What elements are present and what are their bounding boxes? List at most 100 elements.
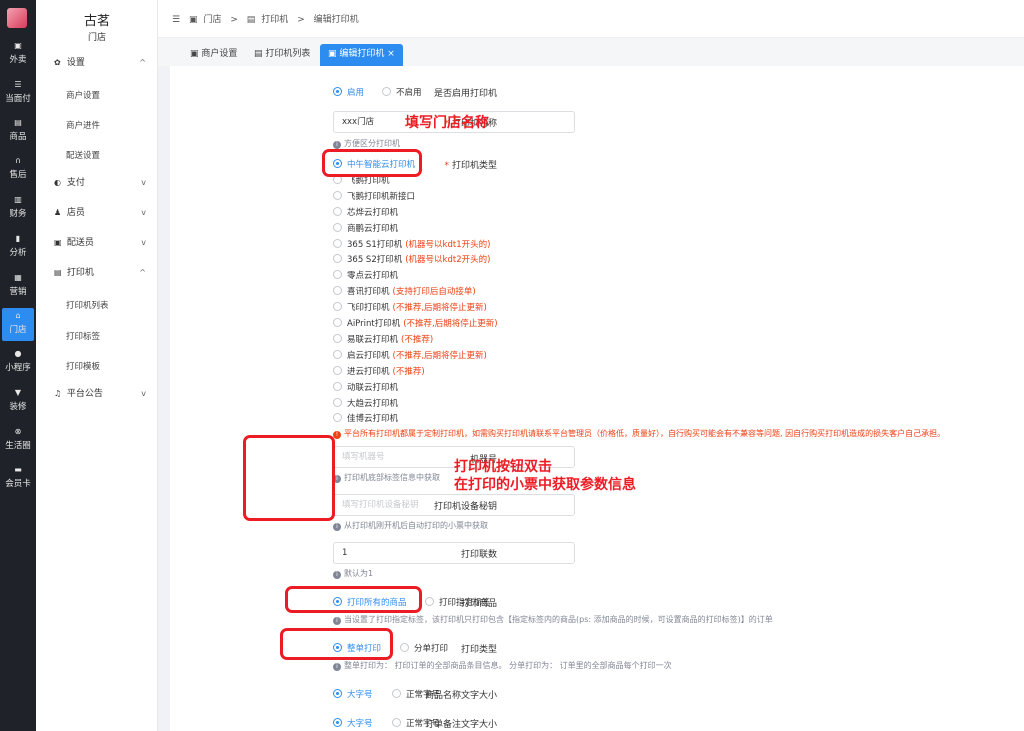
radio-unchecked-icon: [333, 254, 342, 264]
printer-type-option[interactable]: AiPrint打印机 (不推荐,后期将停止更新): [333, 317, 498, 329]
circle-icon: ⊗: [14, 427, 22, 436]
radio-unchecked-icon: [400, 643, 409, 652]
printer-type-option[interactable]: 飞印打印机 (不推荐,后期将停止更新): [333, 301, 487, 313]
sidebar-item-printer-list[interactable]: 打印机列表: [66, 299, 109, 311]
radio-unchecked-icon: [333, 333, 342, 343]
goods-font-normal-radio[interactable]: 正常字号: [392, 688, 440, 700]
printer-type-option[interactable]: 365 S1打印机 (机器号以kdt1开头的): [333, 238, 490, 250]
rail-item-member-card[interactable]: ▬ 会员卡: [0, 462, 36, 495]
rail-item-store[interactable]: ⌂ 门店: [2, 308, 34, 341]
rail-item-aftersale[interactable]: ∩ 售后: [0, 153, 36, 186]
printer-type-note: (不推荐): [401, 334, 434, 345]
printer-type-name: 喜讯打印机: [347, 287, 390, 298]
printer-type-option[interactable]: 佳博云打印机: [333, 412, 398, 424]
printer-type-option[interactable]: 启云打印机 (不推荐,后期将停止更新): [333, 349, 487, 361]
sidebar-item-merchant-settings[interactable]: 商户设置: [66, 89, 100, 101]
printer-type-option[interactable]: 动联云打印机: [333, 381, 398, 393]
radio-unchecked-icon: [333, 318, 342, 327]
tab-edit-printer[interactable]: ▣ 编辑打印机 ×: [320, 44, 403, 66]
highlight-box-print-type: [280, 628, 393, 660]
printer-type-name: 零点云打印机: [347, 271, 399, 282]
sidebar-item-print-tags[interactable]: 打印标签: [66, 330, 100, 342]
sidebar-group-staff[interactable]: ♟ 店员 v: [54, 205, 154, 221]
rail-item-life-circle[interactable]: ⊗ 生活圈: [0, 424, 36, 457]
enable-off-radio[interactable]: 不启用: [382, 86, 422, 98]
printer-type-note: (机器号以kdt2开头的): [405, 255, 491, 266]
copies-input[interactable]: 1: [333, 542, 575, 564]
rail-item-marketing[interactable]: ▦ 营销: [0, 270, 36, 303]
printer-type-option[interactable]: 进云打印机 (不推荐): [333, 365, 425, 377]
printer-icon: ▤: [54, 268, 62, 277]
sidebar-item-delivery-settings[interactable]: 配送设置: [66, 149, 100, 161]
radio-unchecked-icon: [333, 286, 342, 296]
remark-font-normal-radio[interactable]: 正常字号: [392, 717, 440, 729]
printer-type-option[interactable]: 易联云打印机 (不推荐): [333, 333, 433, 345]
close-tab-icon[interactable]: ×: [387, 49, 395, 59]
sidebar-group-payment[interactable]: ◐ 支付 v: [54, 175, 154, 191]
printer-type-name: 商鹏云打印机: [347, 223, 399, 234]
radio-unchecked-icon: [333, 302, 342, 312]
radio-unchecked-icon: [392, 718, 401, 727]
rail-item-analysis[interactable]: ▮ 分析: [0, 231, 36, 264]
breadcrumb-store[interactable]: 门店: [203, 15, 221, 25]
breadcrumb-printer[interactable]: 打印机: [261, 15, 288, 25]
radio-unchecked-icon: [333, 349, 342, 359]
radio-checked-icon: [333, 689, 342, 698]
printer-type-name: AiPrint打印机: [347, 319, 401, 329]
printer-type-note: (不推荐,后期将停止更新): [392, 350, 487, 361]
sidebar-group-settings[interactable]: ✿ 设置 ^: [54, 55, 154, 71]
annotation-get-params: 在打印的小票中获取参数信息: [454, 477, 636, 493]
store-icon: ▣: [328, 49, 337, 59]
radio-unchecked-icon: [425, 597, 434, 606]
rail-item-decoration[interactable]: ▼ 装修: [0, 385, 36, 418]
tab-printer-list[interactable]: ▤ 打印机列表: [246, 44, 318, 66]
copies-hint: i 默认为1: [333, 568, 373, 579]
info-icon: i: [333, 571, 341, 579]
ptype-hint: i 整单打印为： 打印订单的全部商品条目信息。 分单打印为： 订单里的全部商品每个…: [333, 660, 672, 671]
device-key-input[interactable]: 填写打印机设备秘钥: [333, 494, 575, 516]
highlight-box-print-goods: [285, 586, 422, 613]
radio-checked-icon: [333, 718, 342, 727]
sidebar-item-merchant-onboarding[interactable]: 商户进件: [66, 119, 100, 131]
printer-type-option[interactable]: 芯烨云打印机: [333, 206, 398, 218]
sidebar-group-announcement[interactable]: ♫ 平台公告 v: [54, 386, 154, 402]
rail-item-takeout[interactable]: ▣ 外卖: [0, 38, 36, 71]
printer-type-name: 启云打印机: [347, 350, 390, 361]
ptype-split-radio[interactable]: 分单打印: [400, 642, 448, 654]
rail-item-miniprogram[interactable]: ● 小程序: [0, 346, 36, 379]
radio-unchecked-icon: [333, 413, 342, 423]
radio-unchecked-icon: [382, 87, 391, 96]
bag-icon: ▣: [14, 41, 22, 50]
goods-font-big-radio[interactable]: 大字号: [333, 688, 373, 700]
goods-tag-radio[interactable]: 打印指定标签: [425, 596, 490, 608]
present-icon: ▦: [14, 273, 22, 282]
store-avatar[interactable]: [7, 8, 27, 28]
collapse-menu-icon[interactable]: ☰: [172, 15, 180, 25]
printer-type-option[interactable]: 飞鹅打印机新接口: [333, 190, 415, 202]
tab-merchant-settings[interactable]: ▣ 商户设置: [182, 44, 245, 66]
printer-type-option[interactable]: 喜讯打印机 (支持打印后自动接单): [333, 285, 476, 297]
tabs-bar: ▣ 商户设置 ▤ 打印机列表 ▣ 编辑打印机 ×: [158, 38, 1024, 66]
info-icon: i: [333, 663, 341, 671]
store-section-title: 门店: [87, 33, 106, 43]
printer-type-option[interactable]: 365 S2打印机 (机器号以kdt2开头的): [333, 253, 490, 265]
printer-type-option[interactable]: 零点云打印机: [333, 269, 398, 281]
printer-type-option[interactable]: 商鹏云打印机: [333, 222, 398, 234]
info-icon: i: [333, 141, 341, 149]
machine-hint: i 打印机底部标签信息中获取: [333, 472, 440, 483]
rail-item-finance[interactable]: ▥ 财务: [0, 192, 36, 225]
printer-icon: ▤: [254, 49, 263, 59]
key-hint: i 从打印机刚开机后自动打印的小票中获取: [333, 520, 488, 531]
sidebar-group-courier[interactable]: ▣ 配送员 v: [54, 235, 154, 251]
shirt-icon: ▼: [14, 388, 22, 397]
rail-item-goods[interactable]: ▤ 商品: [0, 115, 36, 148]
radio-checked-icon: [333, 87, 342, 96]
highlight-box-printer-type: [322, 149, 422, 177]
store-brand-name: 古茗: [83, 14, 110, 29]
sidebar-group-printer[interactable]: ▤ 打印机 ^: [54, 265, 154, 281]
rail-item-face-pay[interactable]: ☰ 当面付: [0, 77, 36, 110]
printer-type-option[interactable]: 大趋云打印机: [333, 397, 398, 409]
sidebar-item-print-templates[interactable]: 打印模板: [66, 360, 100, 372]
remark-font-big-radio[interactable]: 大字号: [333, 717, 373, 729]
enable-on-radio[interactable]: 启用: [333, 86, 364, 98]
